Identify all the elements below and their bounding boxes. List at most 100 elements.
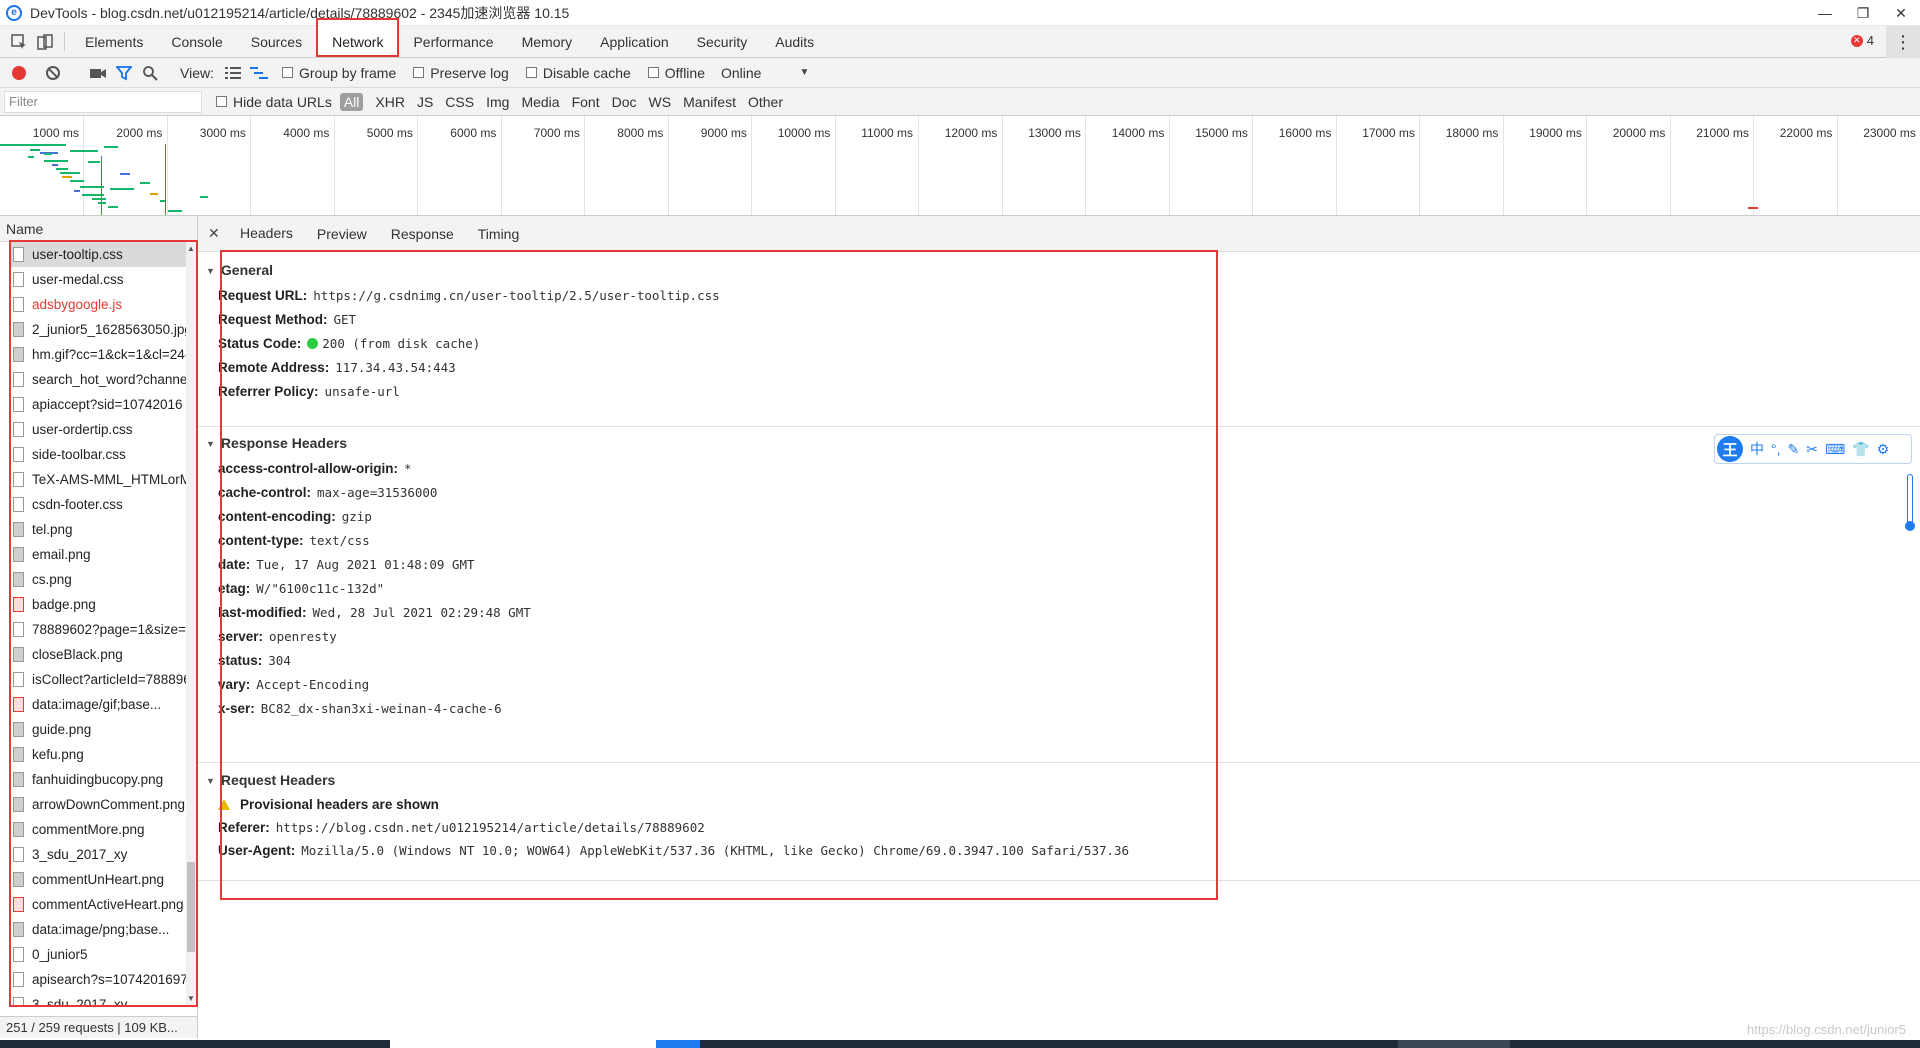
request-row[interactable]: badge.png [11, 592, 188, 617]
volume-slider[interactable] [1905, 474, 1915, 531]
request-row[interactable]: user-tooltip.css [11, 242, 188, 267]
request-row[interactable]: closeBlack.png [11, 642, 188, 667]
request-row[interactable]: commentMore.png [11, 817, 188, 842]
filter-type-manifest[interactable]: Manifest [683, 94, 736, 110]
request-list-scrollbar[interactable]: ▲ ▼ [186, 242, 196, 1005]
tab-application[interactable]: Application [586, 26, 683, 57]
capture-screenshots-icon[interactable] [85, 66, 111, 80]
close-detail-icon[interactable]: ✕ [208, 225, 228, 242]
request-row[interactable]: 3_sdu_2017_xy [11, 992, 188, 1005]
request-row[interactable]: arrowDownComment.png [11, 792, 188, 817]
request-row[interactable]: apisearch?s=10742016974 [11, 967, 188, 992]
request-row[interactable]: 3_sdu_2017_xy [11, 842, 188, 867]
filter-type-doc[interactable]: Doc [612, 94, 637, 110]
slider-knob[interactable] [1905, 521, 1915, 531]
request-row[interactable]: 0_junior5 [11, 942, 188, 967]
request-row[interactable]: fanhuidingbucopy.png [11, 767, 188, 792]
preserve-log-checkbox[interactable]: Preserve log [413, 65, 509, 81]
filter-type-ws[interactable]: WS [649, 94, 672, 110]
pen-icon[interactable]: ✎ [1788, 441, 1800, 458]
record-button[interactable] [12, 65, 26, 80]
request-row[interactable]: search_hot_word?channel= [11, 367, 188, 392]
request-row[interactable]: tel.png [11, 517, 188, 542]
tab-elements[interactable]: Elements [71, 26, 157, 57]
ime-toolbar[interactable]: 王 中 °, ✎ ✂ ⌨ 👕 ⚙ [1714, 434, 1912, 464]
detail-tab-preview[interactable]: Preview [305, 216, 379, 252]
name-column-header[interactable]: Name [0, 216, 197, 242]
detail-tab-headers[interactable]: Headers [228, 216, 305, 252]
request-row[interactable]: hm.gif?cc=1&ck=1&cl=24-bit [11, 342, 188, 367]
request-row[interactable]: 78889602?page=1&size=15 [11, 617, 188, 642]
scissors-icon[interactable]: ✂ [1806, 441, 1818, 458]
ime-mode-toggle[interactable]: 中 [1750, 439, 1764, 459]
request-row[interactable]: data:image/gif;base... [11, 692, 188, 717]
checkbox-box[interactable] [413, 67, 425, 78]
device-toolbar-icon[interactable] [32, 26, 58, 57]
request-row[interactable]: TeX-AMS-MML_HTMLorMML.js [11, 467, 188, 492]
tab-audits[interactable]: Audits [761, 26, 828, 57]
request-row[interactable]: adsbygoogle.js [11, 292, 188, 317]
throttling-select[interactable]: Online [721, 65, 761, 81]
tab-performance[interactable]: Performance [399, 26, 507, 57]
request-row[interactable]: commentActiveHeart.png [11, 892, 188, 917]
request-row[interactable]: csdn-footer.css [11, 492, 188, 517]
filter-type-font[interactable]: Font [572, 94, 600, 110]
checkbox-box[interactable] [647, 67, 659, 78]
close-button[interactable]: ✕ [1878, 0, 1920, 26]
filter-type-all[interactable]: All [339, 92, 364, 111]
filter-type-xhr[interactable]: XHR [375, 94, 405, 110]
checkbox-box[interactable] [525, 67, 537, 78]
error-counter[interactable]: ✕ 4 [1850, 33, 1874, 48]
chevron-down-icon[interactable]: ▼ [799, 67, 809, 78]
taskbar-window-button[interactable] [1398, 1040, 1510, 1048]
request-row[interactable]: 2_junior5_1628563050.jpg [11, 317, 188, 342]
request-row[interactable]: kefu.png [11, 742, 188, 767]
checkbox-box[interactable] [216, 96, 227, 107]
tab-network[interactable]: Network [316, 18, 400, 57]
waterfall-overview-icon[interactable] [246, 66, 272, 80]
request-row[interactable]: side-toolbar.css [11, 442, 188, 467]
large-rows-icon[interactable] [220, 66, 246, 80]
filter-icon[interactable] [111, 65, 137, 81]
offline-checkbox[interactable]: Offline [647, 65, 705, 81]
search-icon[interactable] [137, 65, 163, 81]
tab-sources[interactable]: Sources [237, 26, 316, 57]
inspect-element-icon[interactable] [6, 26, 32, 57]
request-row[interactable]: email.png [11, 542, 188, 567]
group-by-frame-checkbox[interactable]: Group by frame [281, 65, 396, 81]
request-row[interactable]: user-ordertip.css [11, 417, 188, 442]
settings-gear-icon[interactable]: ⚙ [1877, 441, 1890, 458]
request-row[interactable]: cs.png [11, 567, 188, 592]
filter-type-media[interactable]: Media [521, 94, 559, 110]
more-options-icon[interactable]: ⋮ [1886, 26, 1920, 58]
disable-cache-checkbox[interactable]: Disable cache [525, 65, 631, 81]
filter-type-js[interactable]: JS [417, 94, 433, 110]
filter-type-css[interactable]: CSS [445, 94, 474, 110]
taskbar-window-button[interactable] [390, 1040, 690, 1048]
detail-tab-timing[interactable]: Timing [466, 216, 532, 252]
scroll-down-icon[interactable]: ▼ [186, 994, 196, 1003]
request-row[interactable]: guide.png [11, 717, 188, 742]
filter-input[interactable] [4, 90, 202, 113]
scroll-up-icon[interactable]: ▲ [186, 244, 196, 253]
ime-logo[interactable]: 王 [1717, 436, 1743, 462]
tab-security[interactable]: Security [683, 26, 762, 57]
punctuation-icon[interactable]: °, [1771, 441, 1781, 457]
clear-icon[interactable] [46, 65, 60, 80]
keyboard-icon[interactable]: ⌨ [1825, 441, 1845, 458]
scrollbar-thumb[interactable] [187, 862, 195, 952]
checkbox-box[interactable] [281, 67, 293, 78]
filter-type-other[interactable]: Other [748, 94, 783, 110]
detail-tab-response[interactable]: Response [379, 216, 466, 252]
skin-icon[interactable]: 👕 [1852, 441, 1869, 458]
tab-memory[interactable]: Memory [508, 26, 587, 57]
request-row[interactable]: data:image/png;base... [11, 917, 188, 942]
request-row[interactable]: apiaccept?sid=10742016 [11, 392, 188, 417]
request-row[interactable]: commentUnHeart.png [11, 867, 188, 892]
tab-console[interactable]: Console [157, 26, 236, 57]
request-row[interactable]: user-medal.css [11, 267, 188, 292]
timeline-overview[interactable]: 1000 ms 2000 ms 3000 ms 4000 ms 5000 ms 6000 … [0, 116, 1920, 216]
hide-data-urls-checkbox[interactable]: Hide data URLs [216, 94, 332, 110]
taskbar-active-indicator[interactable] [656, 1040, 700, 1048]
filter-type-img[interactable]: Img [486, 94, 509, 110]
